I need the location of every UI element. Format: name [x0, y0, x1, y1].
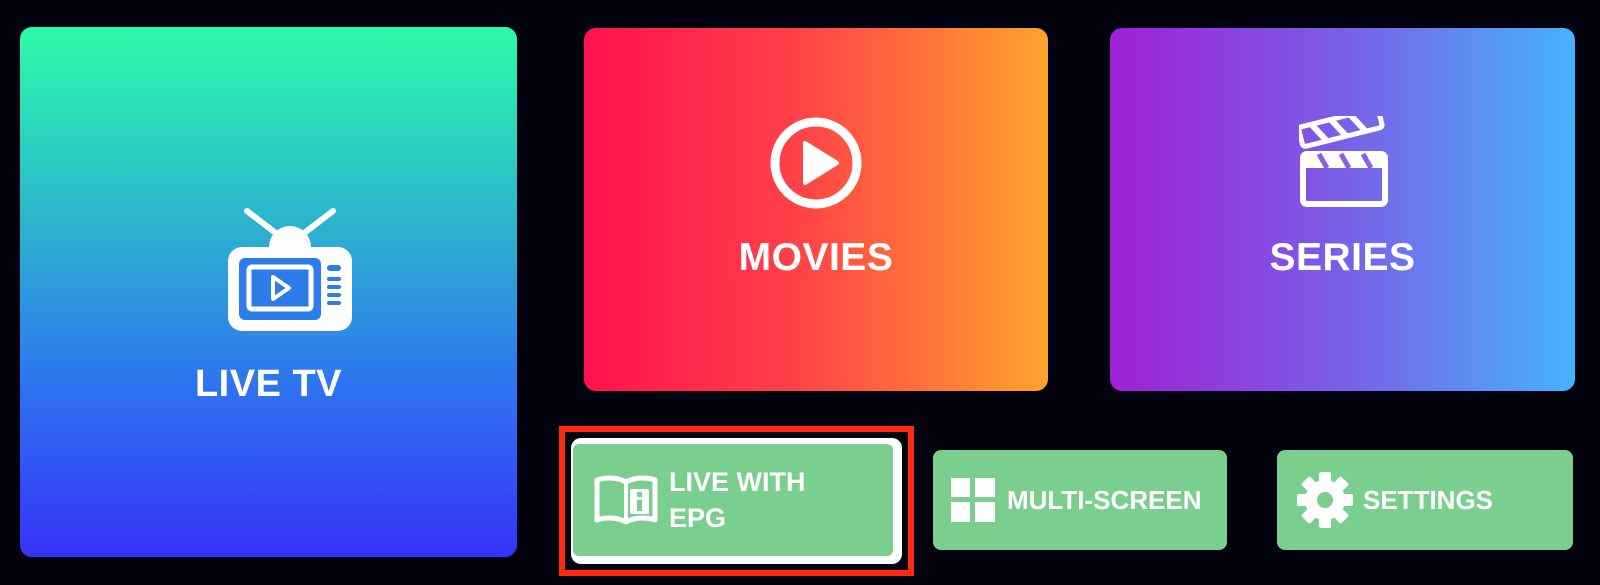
book-info-icon [593, 474, 659, 526]
live-tv-tile[interactable]: LIVE TV [20, 27, 517, 557]
multi-screen-label: MULTI-SCREEN [1007, 484, 1202, 515]
tv-icon [225, 203, 355, 340]
live-with-epg-label-line2: EPG [669, 503, 727, 533]
series-tile[interactable]: SERIES [1110, 28, 1575, 391]
live-with-epg-label: LIVE WITH EPG [669, 464, 806, 536]
gear-icon [1295, 470, 1355, 530]
movies-label: MOVIES [738, 236, 894, 279]
clapperboard-icon [1296, 105, 1389, 213]
settings-label: SETTINGS [1363, 484, 1494, 515]
live-tv-label: LIVE TV [194, 363, 343, 405]
grid-icon [951, 478, 995, 522]
play-circle-icon [769, 116, 863, 215]
settings-button[interactable]: SETTINGS [1277, 450, 1573, 550]
multi-screen-button[interactable]: MULTI-SCREEN [933, 450, 1227, 550]
live-with-epg-label-line1: LIVE WITH [669, 467, 806, 497]
live-with-epg-button[interactable]: LIVE WITH EPG [573, 444, 893, 556]
series-label: SERIES [1269, 236, 1416, 279]
movies-tile[interactable]: MOVIES [584, 28, 1048, 391]
